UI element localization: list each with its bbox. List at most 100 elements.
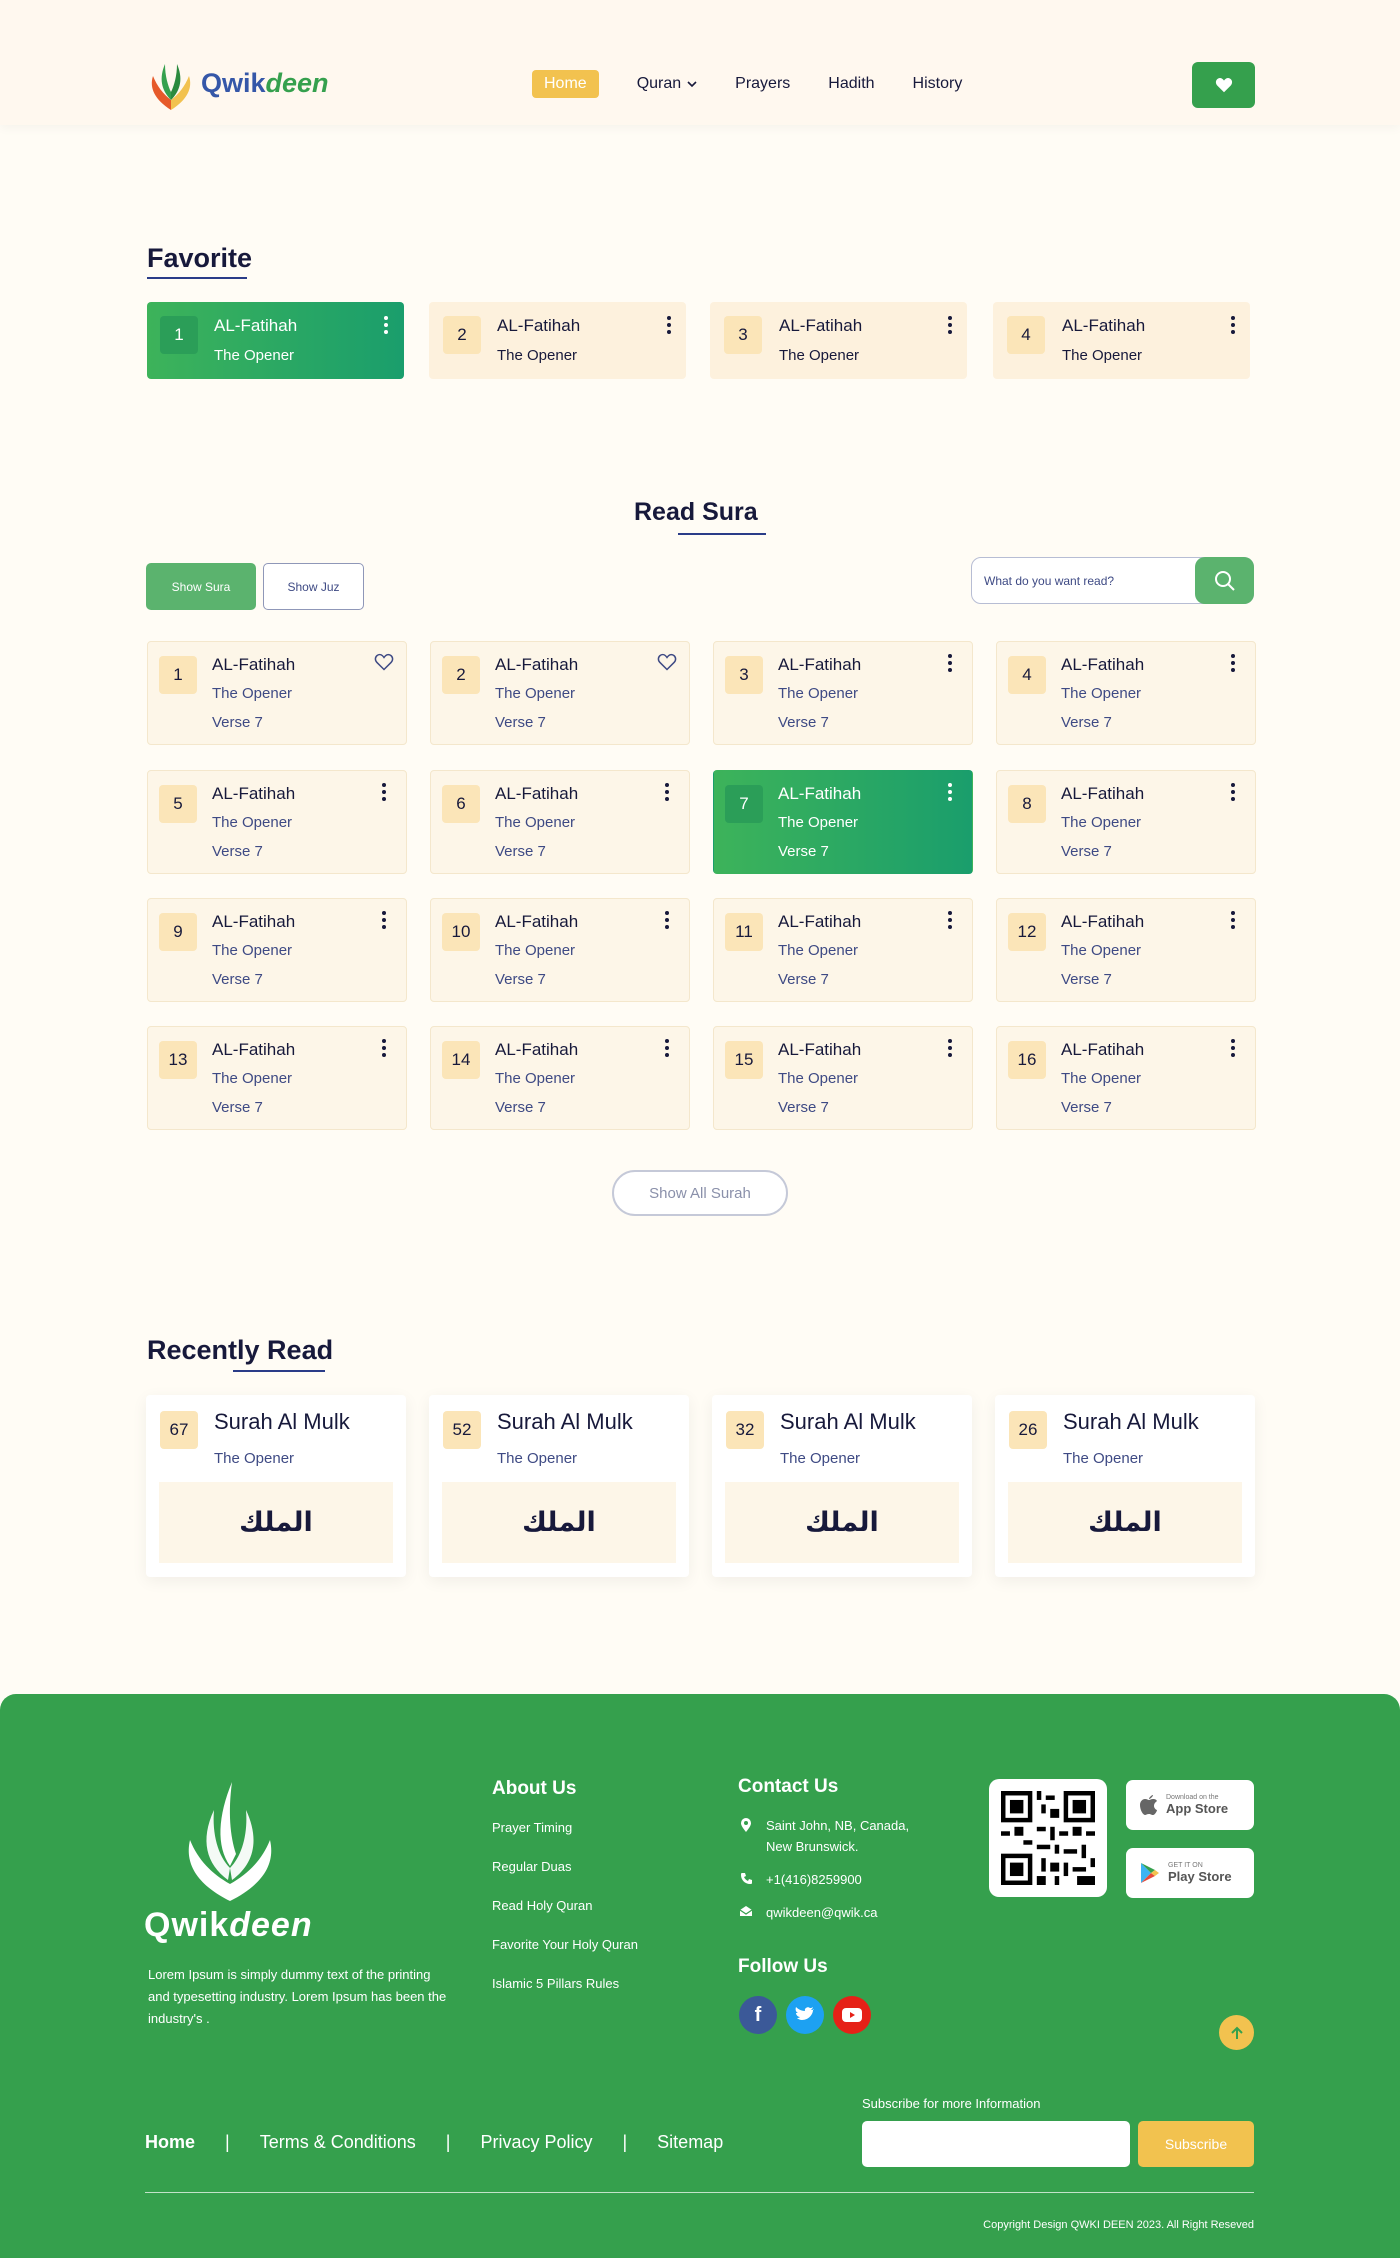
- sura-card[interactable]: 9 AL-Fatihah The Opener Verse 7: [147, 898, 407, 1002]
- more-options-icon[interactable]: [1228, 316, 1238, 334]
- favorites-button[interactable]: [1192, 62, 1255, 108]
- subscribe-button[interactable]: Subscribe: [1138, 2121, 1254, 2167]
- tab-show-sura[interactable]: Show Sura: [146, 563, 256, 610]
- more-options-icon[interactable]: [945, 911, 955, 929]
- play-store-button[interactable]: GET IT ON Play Store: [1126, 1848, 1254, 1898]
- sura-card[interactable]: 2 AL-Fatihah The Opener Verse 7: [430, 641, 690, 745]
- sura-card[interactable]: 13 AL-Fatihah The Opener Verse 7: [147, 1026, 407, 1130]
- footer-logo-text[interactable]: Qwikdeen: [144, 1906, 313, 1945]
- favorite-title: Favorite: [147, 243, 253, 273]
- recent-card[interactable]: 26 Surah Al Mulk The Opener الملك: [995, 1395, 1255, 1577]
- footer-link-pillars[interactable]: Islamic 5 Pillars Rules: [492, 1976, 619, 1991]
- more-options-icon[interactable]: [1228, 1039, 1238, 1057]
- footer-link-home[interactable]: Home: [145, 2132, 195, 2153]
- sura-card[interactable]: 16 AL-Fatihah The Opener Verse 7: [996, 1026, 1256, 1130]
- sura-number: 5: [159, 785, 197, 823]
- facebook-icon[interactable]: f: [739, 1996, 777, 2034]
- sura-card[interactable]: 11 AL-Fatihah The Opener Verse 7: [713, 898, 973, 1002]
- more-options-icon[interactable]: [1228, 783, 1238, 801]
- sura-number: 12: [1008, 913, 1046, 951]
- subscribe-email-input[interactable]: [862, 2121, 1130, 2167]
- scroll-to-top-button[interactable]: [1219, 2015, 1254, 2050]
- nav-history[interactable]: History: [913, 75, 963, 93]
- more-options-icon[interactable]: [379, 783, 389, 801]
- more-options-icon[interactable]: [945, 654, 955, 672]
- sura-card[interactable]: 7 AL-Fatihah The Opener Verse 7: [713, 770, 973, 874]
- nav-home[interactable]: Home: [532, 70, 599, 98]
- search-button[interactable]: [1195, 557, 1254, 604]
- app-store-button[interactable]: Download on the App Store: [1126, 1780, 1254, 1830]
- recent-card-number: 52: [443, 1411, 481, 1449]
- nav-prayers[interactable]: Prayers: [735, 75, 790, 93]
- more-options-icon[interactable]: [662, 783, 672, 801]
- more-options-icon[interactable]: [662, 1039, 672, 1057]
- recent-card[interactable]: 52 Surah Al Mulk The Opener الملك: [429, 1395, 689, 1577]
- sura-card[interactable]: 1 AL-Fatihah The Opener Verse 7: [147, 641, 407, 745]
- youtube-icon[interactable]: [833, 1996, 871, 2034]
- sura-subtitle: The Opener: [495, 685, 576, 702]
- sura-card[interactable]: 8 AL-Fatihah The Opener Verse 7: [996, 770, 1256, 874]
- favorite-card[interactable]: 4 AL-Fatihah The Opener: [993, 302, 1250, 379]
- tab-show-juz[interactable]: Show Juz: [263, 563, 364, 610]
- sura-subtitle: The Opener: [212, 685, 293, 702]
- show-all-surah-button[interactable]: Show All Surah: [612, 1170, 788, 1216]
- more-options-icon[interactable]: [664, 316, 674, 334]
- sura-verse-count: Verse 7: [778, 714, 829, 731]
- favorite-card-subtitle: The Opener: [1062, 347, 1143, 364]
- sura-subtitle: The Opener: [212, 1070, 293, 1087]
- heart-outline-icon[interactable]: [657, 652, 677, 672]
- recent-card-number: 67: [160, 1411, 198, 1449]
- nav-hadith[interactable]: Hadith: [828, 75, 874, 93]
- more-options-icon[interactable]: [945, 316, 955, 334]
- more-options-icon[interactable]: [379, 911, 389, 929]
- footer-link-regular-duas[interactable]: Regular Duas: [492, 1859, 572, 1874]
- footer-link-privacy[interactable]: Privacy Policy: [480, 2132, 592, 2153]
- site-logo[interactable]: Qwikdeen: [145, 48, 329, 118]
- sura-card[interactable]: 5 AL-Fatihah The Opener Verse 7: [147, 770, 407, 874]
- search-input[interactable]: [984, 569, 1174, 593]
- footer-link-prayer-timing[interactable]: Prayer Timing: [492, 1820, 572, 1835]
- sura-card[interactable]: 3 AL-Fatihah The Opener Verse 7: [713, 641, 973, 745]
- contact-address: Saint John, NB, Canada, New Brunswick.: [738, 1815, 938, 1857]
- recent-card[interactable]: 32 Surah Al Mulk The Opener الملك: [712, 1395, 972, 1577]
- sura-number: 8: [1008, 785, 1046, 823]
- more-options-icon[interactable]: [1228, 654, 1238, 672]
- sura-card[interactable]: 14 AL-Fatihah The Opener Verse 7: [430, 1026, 690, 1130]
- sura-card[interactable]: 15 AL-Fatihah The Opener Verse 7: [713, 1026, 973, 1130]
- more-options-icon[interactable]: [379, 1039, 389, 1057]
- sura-subtitle: The Opener: [1061, 942, 1142, 959]
- separator: |: [225, 2132, 230, 2152]
- footer-link-sitemap[interactable]: Sitemap: [657, 2132, 723, 2153]
- qr-code-image: [1001, 1791, 1095, 1885]
- recent-card[interactable]: 67 Surah Al Mulk The Opener الملك: [146, 1395, 406, 1577]
- sura-card[interactable]: 12 AL-Fatihah The Opener Verse 7: [996, 898, 1256, 1002]
- contact-email[interactable]: qwikdeen@qwik.ca: [738, 1902, 877, 1923]
- more-options-icon[interactable]: [381, 316, 391, 334]
- more-options-icon[interactable]: [1228, 911, 1238, 929]
- favorite-card[interactable]: 2 AL-Fatihah The Opener: [429, 302, 686, 379]
- sura-verse-count: Verse 7: [495, 843, 546, 860]
- sura-verse-count: Verse 7: [778, 843, 829, 860]
- more-options-icon[interactable]: [945, 1039, 955, 1057]
- sura-card[interactable]: 6 AL-Fatihah The Opener Verse 7: [430, 770, 690, 874]
- nav-quran[interactable]: Quran: [637, 75, 697, 93]
- favorite-card[interactable]: 1 AL-Fatihah The Opener: [147, 302, 404, 379]
- footer-link-terms[interactable]: Terms & Conditions: [260, 2132, 416, 2153]
- apple-icon: [1140, 1794, 1157, 1815]
- twitter-icon[interactable]: [786, 1996, 824, 2034]
- location-pin-icon: [741, 1818, 751, 1832]
- follow-us-heading: Follow Us: [738, 1956, 828, 1977]
- phone-icon: [740, 1873, 752, 1884]
- heart-outline-icon[interactable]: [374, 652, 394, 672]
- sura-subtitle: The Opener: [1061, 685, 1142, 702]
- sura-number: 2: [442, 656, 480, 694]
- sura-subtitle: The Opener: [778, 685, 859, 702]
- contact-phone[interactable]: +1(416)8259900: [738, 1869, 862, 1890]
- footer-link-favorite-quran[interactable]: Favorite Your Holy Quran: [492, 1937, 638, 1952]
- favorite-card[interactable]: 3 AL-Fatihah The Opener: [710, 302, 967, 379]
- sura-card[interactable]: 10 AL-Fatihah The Opener Verse 7: [430, 898, 690, 1002]
- more-options-icon[interactable]: [662, 911, 672, 929]
- sura-card[interactable]: 4 AL-Fatihah The Opener Verse 7: [996, 641, 1256, 745]
- more-options-icon[interactable]: [945, 783, 955, 801]
- footer-link-read-quran[interactable]: Read Holy Quran: [492, 1898, 592, 1913]
